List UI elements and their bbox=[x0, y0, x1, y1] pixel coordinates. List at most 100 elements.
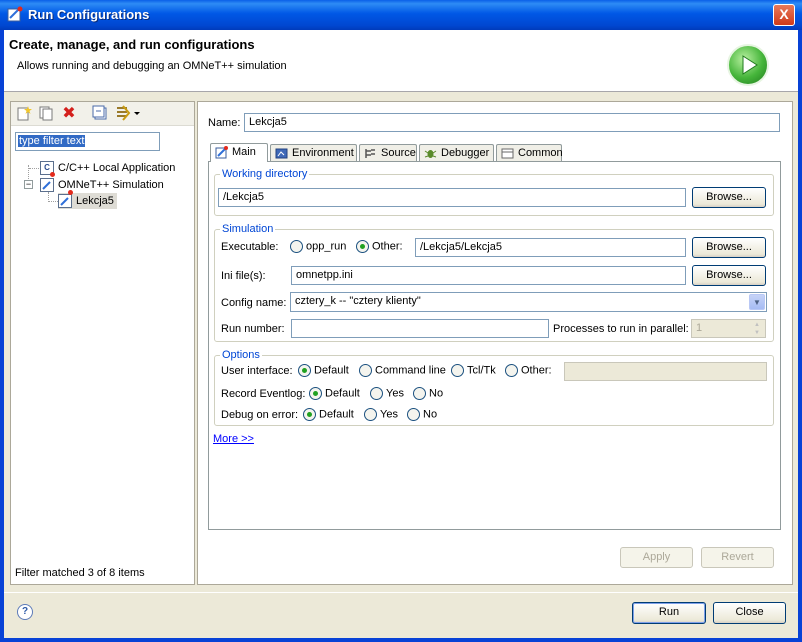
options-group-label: Options bbox=[220, 349, 262, 361]
spinner-down-icon[interactable]: ▼ bbox=[750, 329, 764, 337]
ui-tcltk-radio[interactable]: Tcl/Tk bbox=[451, 364, 496, 377]
launch-badge-icon bbox=[50, 172, 55, 177]
name-label: Name: bbox=[208, 117, 241, 129]
tree-item-lekcja5[interactable]: Lekcja5 bbox=[58, 193, 117, 209]
filter-placeholder: type filter text bbox=[18, 135, 86, 147]
dialog-description: Allows running and debugging an OMNeT++ … bbox=[17, 60, 287, 72]
working-directory-field[interactable]: /Lekcja5 bbox=[218, 188, 686, 207]
config-icon bbox=[58, 194, 72, 209]
window-frame-right bbox=[798, 30, 802, 642]
simulation-group-label: Simulation bbox=[220, 223, 276, 235]
footer-divider bbox=[4, 592, 798, 593]
parallel-processes-spinner[interactable]: 1 ▲ ▼ bbox=[691, 319, 766, 338]
tab-environment[interactable]: Environment bbox=[270, 144, 357, 162]
tab-common[interactable]: Common bbox=[496, 144, 563, 162]
window-frame-bottom bbox=[0, 638, 802, 642]
apply-button[interactable]: Apply bbox=[620, 547, 693, 568]
radio-indicator bbox=[451, 364, 464, 377]
radio-indicator bbox=[364, 408, 377, 421]
tab-source[interactable]: Source bbox=[359, 144, 417, 162]
eventlog-default-radio[interactable]: Default bbox=[309, 387, 360, 400]
eventlog-no-radio[interactable]: No bbox=[413, 387, 443, 400]
executable-label: Executable: bbox=[221, 241, 279, 253]
user-interface-label: User interface: bbox=[221, 365, 293, 377]
run-number-label: Run number: bbox=[221, 323, 285, 335]
tree-item-label: OMNeT++ Simulation bbox=[58, 179, 164, 191]
window-title: Run Configurations bbox=[28, 7, 150, 22]
radio-indicator bbox=[359, 364, 372, 377]
tree-collapse-toggle[interactable]: − bbox=[24, 180, 33, 189]
run-button[interactable]: Run bbox=[632, 602, 706, 624]
radio-indicator bbox=[407, 408, 420, 421]
more-link[interactable]: More >> bbox=[213, 433, 254, 445]
filter-input[interactable]: type filter text bbox=[15, 132, 160, 151]
environment-icon bbox=[275, 147, 288, 160]
radio-indicator bbox=[309, 387, 322, 400]
close-button[interactable]: Close bbox=[713, 602, 786, 624]
source-icon bbox=[364, 147, 377, 160]
run-number-field[interactable] bbox=[291, 319, 549, 338]
main-tab-icon bbox=[215, 145, 228, 159]
tree-item-label: C/C++ Local Application bbox=[58, 162, 176, 174]
ui-command-line-radio[interactable]: Command line bbox=[359, 364, 446, 377]
duplicate-config-icon[interactable] bbox=[37, 105, 55, 123]
debug-no-radio[interactable]: No bbox=[407, 408, 437, 421]
run-banner-icon bbox=[727, 44, 769, 86]
tree-guide-line bbox=[48, 201, 58, 202]
parallel-processes-label: Processes to run in parallel: bbox=[553, 323, 689, 335]
ini-files-field[interactable]: omnetpp.ini bbox=[291, 266, 686, 285]
help-icon[interactable]: ? bbox=[17, 604, 33, 620]
working-directory-group-label: Working directory bbox=[220, 168, 310, 180]
revert-button[interactable]: Revert bbox=[701, 547, 774, 568]
record-eventlog-label: Record Eventlog: bbox=[221, 388, 306, 400]
window-close-button[interactable]: X bbox=[773, 4, 795, 26]
executable-path-field[interactable]: /Lekcja5/Lekcja5 bbox=[415, 238, 686, 257]
debug-default-radio[interactable]: Default bbox=[303, 408, 354, 421]
tree-item-label: Lekcja5 bbox=[76, 195, 114, 207]
tab-main[interactable]: Main bbox=[210, 143, 268, 162]
ui-other-radio[interactable]: Other: bbox=[505, 364, 552, 377]
common-icon bbox=[501, 147, 514, 160]
omnet-icon bbox=[40, 178, 54, 193]
radio-indicator bbox=[413, 387, 426, 400]
title-bar[interactable]: Run Configurations bbox=[0, 0, 802, 30]
ini-files-label: Ini file(s): bbox=[221, 270, 266, 282]
name-field[interactable]: Lekcja5 bbox=[244, 113, 780, 132]
filter-menu-icon[interactable] bbox=[114, 105, 142, 123]
tree-guide-line bbox=[29, 168, 39, 169]
executable-browse-button[interactable]: Browse... bbox=[692, 237, 766, 258]
ui-default-radio[interactable]: Default bbox=[298, 364, 349, 377]
debug-on-error-label: Debug on error: bbox=[221, 409, 299, 421]
radio-indicator bbox=[303, 408, 316, 421]
radio-indicator bbox=[298, 364, 311, 377]
delete-config-icon[interactable]: ✖ bbox=[60, 105, 78, 123]
new-config-icon[interactable] bbox=[15, 105, 33, 123]
tab-content-main bbox=[208, 161, 781, 530]
config-name-select[interactable]: cztery_k -- "cztery klienty" ▼ bbox=[290, 292, 767, 312]
debugger-icon bbox=[424, 147, 437, 160]
radio-indicator bbox=[505, 364, 518, 377]
launch-badge-icon bbox=[68, 190, 73, 195]
tab-debugger[interactable]: Debugger bbox=[419, 144, 494, 162]
collapse-all-icon[interactable] bbox=[91, 105, 109, 123]
chevron-down-icon[interactable]: ▼ bbox=[749, 294, 765, 310]
executable-other-radio[interactable]: Other: bbox=[356, 240, 403, 253]
ini-files-browse-button[interactable]: Browse... bbox=[692, 265, 766, 286]
radio-indicator bbox=[356, 240, 369, 253]
config-name-value: cztery_k -- "cztery klienty" bbox=[295, 295, 421, 307]
eventlog-yes-radio[interactable]: Yes bbox=[370, 387, 404, 400]
parallel-processes-value: 1 bbox=[696, 322, 703, 334]
radio-indicator bbox=[370, 387, 383, 400]
radio-indicator bbox=[290, 240, 303, 253]
spinner-up-icon[interactable]: ▲ bbox=[750, 321, 764, 329]
ui-other-field[interactable] bbox=[564, 362, 767, 381]
run-config-app-icon bbox=[7, 6, 23, 22]
executable-opp-run-radio[interactable]: opp_run bbox=[290, 240, 346, 253]
filter-status: Filter matched 3 of 8 items bbox=[15, 567, 145, 579]
tree-item-cpp-local-app[interactable]: C C/C++ Local Application bbox=[40, 160, 175, 176]
working-directory-browse-button[interactable]: Browse... bbox=[692, 187, 766, 208]
config-name-label: Config name: bbox=[221, 297, 287, 309]
debug-yes-radio[interactable]: Yes bbox=[364, 408, 398, 421]
dialog-title: Create, manage, and run configurations bbox=[9, 37, 255, 52]
tree-item-omnet-simulation[interactable]: OMNeT++ Simulation bbox=[40, 177, 164, 193]
